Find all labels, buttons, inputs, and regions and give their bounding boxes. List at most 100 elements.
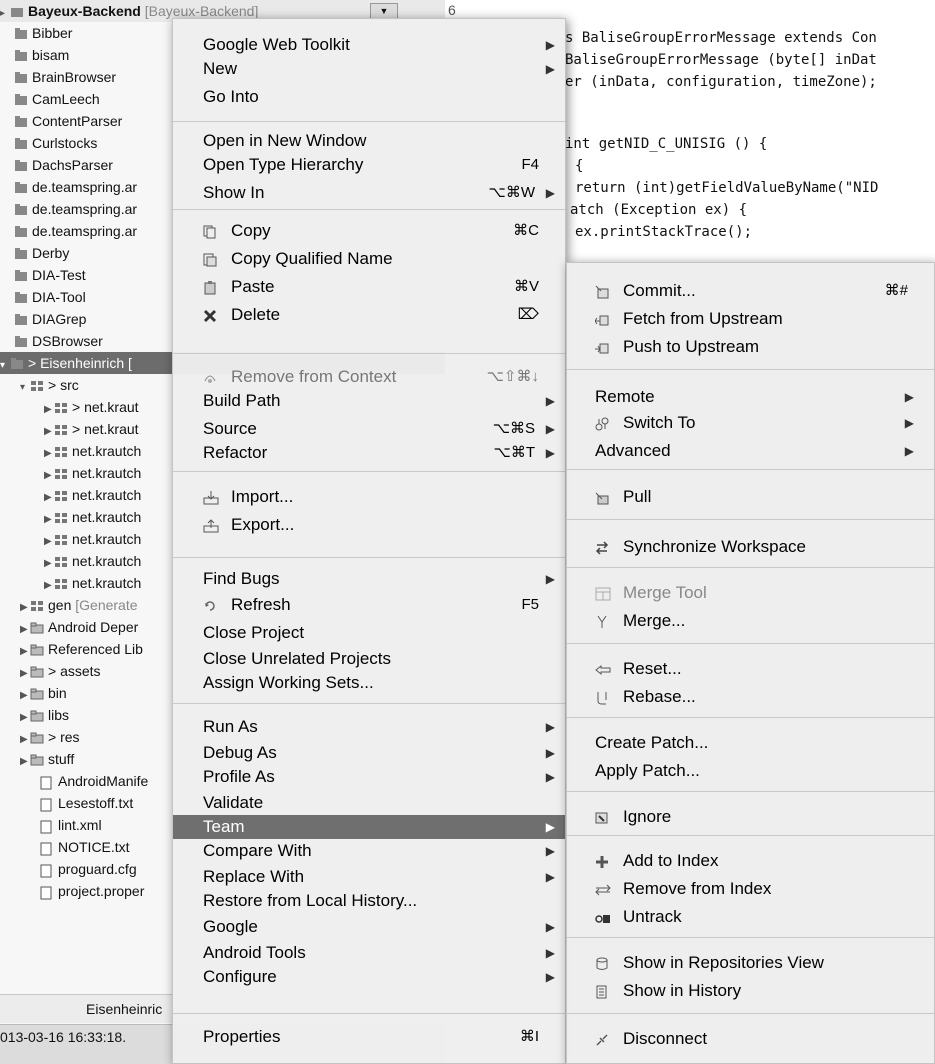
tree-item-package[interactable]: ▶ net.krautch [44, 506, 141, 528]
team-menu-item-remove-from-index[interactable]: Remove from Index [567, 877, 934, 901]
tree-item-folder[interactable]: ▶ bin [20, 682, 67, 704]
team-menu-item-commit[interactable]: Commit... ⌘# [567, 279, 934, 303]
menu-item-refresh[interactable]: Refresh F5 [173, 593, 565, 617]
menu-item-configure[interactable]: Configure ▶ [173, 965, 565, 989]
menu-item-android-tools[interactable]: Android Tools ▶ [173, 941, 565, 965]
menu-item-close-unrelated-projects[interactable]: Close Unrelated Projects [173, 647, 565, 671]
menu-item-compare-with[interactable]: Compare With ▶ [173, 839, 565, 863]
team-menu-item-reset[interactable]: Reset... [567, 657, 934, 681]
repositories-view-icon [595, 957, 609, 970]
menu-item-refactor[interactable]: Refactor ⌥⌘T ▶ [173, 441, 565, 465]
team-menu-item-pull[interactable]: Pull [567, 485, 934, 509]
menu-item-copy[interactable]: Copy ⌘C [173, 219, 565, 243]
menu-item-open-type-hierarchy[interactable]: Open Type Hierarchy F4 [173, 153, 565, 177]
team-menu-item-merge-tool[interactable]: Merge Tool [567, 581, 934, 605]
project-icon [14, 72, 28, 84]
tree-item-package[interactable]: ▶ net.krautch [44, 550, 141, 572]
menu-item-open-in-new-window[interactable]: Open in New Window [173, 129, 565, 153]
menu-item-export[interactable]: Export... [173, 513, 565, 537]
tree-item-folder[interactable]: ▶ > assets [20, 660, 101, 682]
team-menu-item-show-in-history[interactable]: Show in History [567, 979, 934, 1003]
tree-item-project[interactable]: DIA-Tool [14, 286, 86, 308]
menu-item-google[interactable]: Google ▶ [173, 915, 565, 939]
menu-item-close-project[interactable]: Close Project [173, 621, 565, 645]
menu-item-new[interactable]: New ▶ [173, 57, 565, 81]
menu-item-profile-as[interactable]: Profile As ▶ [173, 765, 565, 789]
tree-item-project[interactable]: DIA-Test [14, 264, 86, 286]
team-menu-item-disconnect[interactable]: Disconnect [567, 1027, 934, 1051]
tree-item-folder[interactable]: ▶ libs [20, 704, 69, 726]
menu-item-find-bugs[interactable]: Find Bugs ▶ [173, 567, 565, 591]
tree-item-project[interactable]: DSBrowser [14, 330, 103, 352]
tree-item-package[interactable]: ▶ net.krautch [44, 572, 141, 594]
team-menu-item-show-in-repositories-view[interactable]: Show in Repositories View [567, 951, 934, 975]
tree-item-project[interactable]: BrainBrowser [14, 66, 116, 88]
team-menu-item-untrack[interactable]: Untrack [567, 905, 934, 929]
tree-item-project[interactable]: CamLeech [14, 88, 100, 110]
submenu-arrow-icon: ▶ [904, 444, 914, 458]
tree-item-file[interactable]: NOTICE.txt [40, 836, 130, 858]
tree-item-folder[interactable]: ▶ Android Deper [20, 616, 138, 638]
tree-item-file[interactable]: project.proper [40, 880, 144, 902]
team-menu-item-fetch-from-upstream[interactable]: Fetch from Upstream [567, 307, 934, 331]
menu-item-source[interactable]: Source ⌥⌘S ▶ [173, 417, 565, 441]
menu-item-assign-working-sets[interactable]: Assign Working Sets... [173, 671, 565, 695]
tree-item-project[interactable]: Derby [14, 242, 69, 264]
tree-item-project[interactable]: DachsParser [14, 154, 113, 176]
tree-item-folder[interactable]: ▶ stuff [20, 748, 74, 770]
menu-item-team[interactable]: Team ▶ [173, 815, 565, 839]
tree-item-project[interactable]: ContentParser [14, 110, 122, 132]
tree-item-file[interactable]: AndroidManife [40, 770, 148, 792]
team-menu-item-remote[interactable]: Remote ▶ [567, 385, 934, 409]
tree-item-package[interactable]: ▶ > net.kraut [44, 418, 139, 440]
menu-item-validate[interactable]: Validate [173, 791, 565, 815]
team-menu-item-add-to-index[interactable]: Add to Index [567, 849, 934, 873]
menu-item-restore-from-local-history[interactable]: Restore from Local History... [173, 889, 565, 913]
team-menu-item-create-patch[interactable]: Create Patch... [567, 731, 934, 755]
menu-item-copy-qualified-name[interactable]: Copy Qualified Name [173, 247, 565, 271]
tree-item-package[interactable]: ▶ net.krautch [44, 440, 141, 462]
menu-item-debug-as[interactable]: Debug As ▶ [173, 741, 565, 765]
tree-item-package[interactable]: ▶ net.krautch [44, 484, 141, 506]
tree-item-project[interactable]: de.teamspring.ar [14, 220, 137, 242]
tree-item-src[interactable]: ▾ > src [20, 374, 79, 396]
menu-item-remove-from-context[interactable]: Remove from Context ⌥⇧⌘↓ [173, 365, 565, 389]
file-icon [40, 776, 54, 790]
menu-item-run-as[interactable]: Run As ▶ [173, 715, 565, 739]
menu-item-properties[interactable]: Properties ⌘I [173, 1025, 565, 1049]
tree-item-project[interactable]: DIAGrep [14, 308, 86, 330]
menu-item-google-web-toolkit[interactable]: Google Web Toolkit ▶ [173, 33, 565, 57]
tree-item-package[interactable]: ▶ net.krautch [44, 528, 141, 550]
team-menu-item-push-to-upstream[interactable]: Push to Upstream [567, 335, 934, 359]
untrack-icon [595, 911, 610, 923]
code-line: atch (Exception ex) { [570, 202, 748, 218]
team-menu-item-synchronize-workspace[interactable]: Synchronize Workspace [567, 535, 934, 559]
team-menu-item-apply-patch[interactable]: Apply Patch... [567, 759, 934, 783]
tree-item-package[interactable]: ▶ > net.kraut [44, 396, 139, 418]
tree-item-project[interactable]: Bibber [14, 22, 72, 44]
team-menu-item-merge[interactable]: Merge... [567, 609, 934, 633]
tree-item-file[interactable]: lint.xml [40, 814, 102, 836]
tree-item-project[interactable]: bisam [14, 44, 69, 66]
tree-item-file[interactable]: proguard.cfg [40, 858, 137, 880]
tree-item-file[interactable]: Lesestoff.txt [40, 792, 133, 814]
team-menu-item-switch-to[interactable]: Switch To ▶ [567, 411, 934, 435]
menu-separator [173, 121, 565, 122]
tree-item-folder[interactable]: ▶ > res [20, 726, 80, 748]
menu-item-go-into[interactable]: Go Into [173, 85, 565, 109]
menu-item-build-path[interactable]: Build Path ▶ [173, 389, 565, 413]
tree-item-project[interactable]: de.teamspring.ar [14, 176, 137, 198]
tree-item-project[interactable]: Curlstocks [14, 132, 97, 154]
menu-item-import[interactable]: Import... [173, 485, 565, 509]
tree-item-folder[interactable]: ▶ Referenced Lib [20, 638, 143, 660]
team-menu-item-advanced[interactable]: Advanced ▶ [567, 439, 934, 463]
menu-item-paste[interactable]: Paste ⌘V [173, 275, 565, 299]
tree-item-project[interactable]: de.teamspring.ar [14, 198, 137, 220]
tree-item-gen[interactable]: ▶ gen [Generate [20, 594, 138, 616]
team-menu-item-rebase[interactable]: Rebase... [567, 685, 934, 709]
menu-item-delete[interactable]: Delete ⌦ [173, 303, 565, 327]
team-menu-item-ignore[interactable]: Ignore [567, 805, 934, 829]
tree-item-package[interactable]: ▶ net.krautch [44, 462, 141, 484]
menu-item-replace-with[interactable]: Replace With ▶ [173, 865, 565, 889]
menu-item-show-in[interactable]: Show In ⌥⌘W ▶ [173, 181, 565, 205]
